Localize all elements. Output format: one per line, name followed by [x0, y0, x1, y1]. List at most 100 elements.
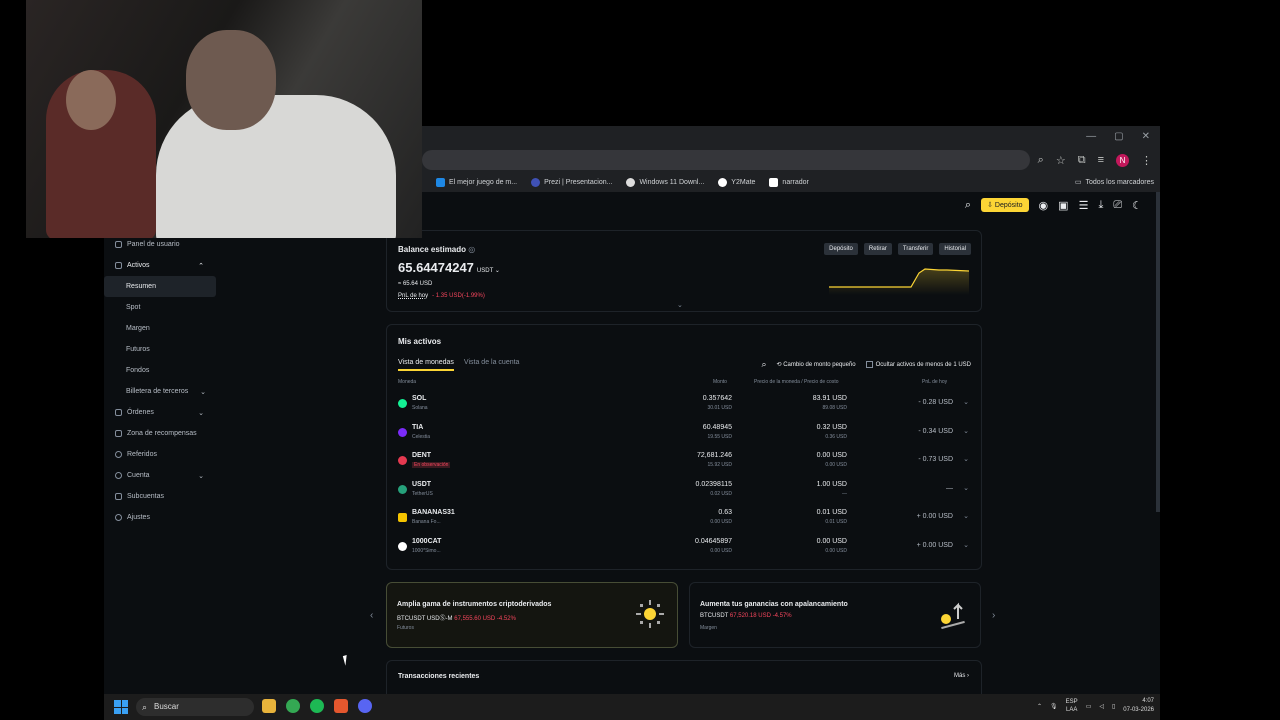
- balance-amount: 65.64474247 USDT ⌄: [398, 260, 500, 275]
- zoom-icon[interactable]: ⌕: [1038, 154, 1044, 167]
- watch-badge: En observación: [412, 462, 451, 468]
- assets-table: SOL Solana 0.357642 30.01 USD 83.91 USD …: [398, 391, 971, 562]
- hide-small-checkbox[interactable]: Ocultar activos de menos de 1 USD: [865, 360, 971, 368]
- sidebar-item-billetera[interactable]: Billetera de terceros ⌄: [104, 381, 216, 402]
- balance-usd: ≈ 65.64 USD: [398, 281, 433, 287]
- deposit-action-button[interactable]: Depósito: [824, 243, 858, 255]
- folder-icon: ▭: [1074, 179, 1082, 186]
- page-scrollbar[interactable]: [1156, 192, 1160, 512]
- promo-card-margin[interactable]: Aumenta tus ganancias con apalancamiento…: [689, 582, 981, 648]
- chevron-up-icon[interactable]: ⌃: [1037, 703, 1042, 710]
- sidebar-item-ordenes[interactable]: Órdenes ⌄: [104, 402, 216, 423]
- small-change-button[interactable]: ⟲ Cambio de monto pequeño: [777, 361, 856, 368]
- withdraw-button[interactable]: Retirar: [863, 243, 892, 255]
- transfer-button[interactable]: Transferir: [897, 243, 934, 255]
- download-icon[interactable]: ⤓: [1098, 199, 1103, 212]
- settings-icon: [115, 514, 122, 521]
- wallet-icon[interactable]: ▣: [1058, 199, 1068, 212]
- chevron-down-icon[interactable]: ⌄: [963, 455, 969, 463]
- url-field[interactable]: [422, 150, 1030, 170]
- table-row[interactable]: BANANAS31 Banana Fo... 0.63 0.00 USD 0.0…: [398, 505, 971, 534]
- menu-icon[interactable]: ⋮: [1141, 154, 1152, 167]
- maximize-icon[interactable]: ▢: [1114, 131, 1123, 142]
- carousel-next-icon[interactable]: ›: [992, 610, 995, 621]
- bookmark-item[interactable]: Prezi | Presentacion...: [531, 177, 612, 187]
- bookmark-item[interactable]: narrador: [769, 177, 809, 187]
- notifications-icon[interactable]: ⎚: [1113, 199, 1122, 212]
- sidebar-item-ajustes[interactable]: Ajustes: [104, 507, 216, 528]
- expand-chevron-icon[interactable]: ⌄: [677, 301, 683, 309]
- table-row[interactable]: SOL Solana 0.357642 30.01 USD 83.91 USD …: [398, 391, 971, 420]
- app-icon[interactable]: [334, 699, 348, 713]
- currency-selector[interactable]: USDT ⌄: [477, 268, 500, 274]
- windows-start-icon[interactable]: [114, 700, 128, 714]
- chrome-icon[interactable]: [286, 699, 300, 713]
- volume-icon[interactable]: ◁: [1099, 703, 1104, 710]
- user-icon[interactable]: ◉: [1039, 199, 1049, 212]
- sidebar-item-referidos[interactable]: Referidos: [104, 444, 216, 465]
- sidebar-item-fondos[interactable]: Fondos: [104, 360, 216, 381]
- language-indicator[interactable]: ESP LAA: [1066, 698, 1078, 714]
- network-icon[interactable]: ▭: [1086, 703, 1092, 710]
- search-icon[interactable]: ⌕: [965, 199, 971, 212]
- eye-icon[interactable]: ◎: [468, 245, 475, 254]
- futures-sun-icon: [636, 600, 664, 628]
- battery-icon[interactable]: ▯: [1112, 703, 1115, 710]
- extensions-icon[interactable]: ⧉: [1078, 154, 1086, 167]
- clock[interactable]: 4:07 07-03-2026: [1123, 697, 1154, 715]
- referral-icon: [115, 451, 122, 458]
- bookmark-star-icon[interactable]: ☆: [1056, 154, 1066, 167]
- chevron-down-icon[interactable]: ⌄: [963, 398, 969, 406]
- bookmark-item[interactable]: Windows 11 Downl...: [626, 177, 704, 187]
- assets-card: Mis activos Vista de monedas Vista de la…: [386, 324, 982, 570]
- chevron-down-icon[interactable]: ⌄: [963, 541, 969, 549]
- all-bookmarks[interactable]: ▭ Todos los marcadores: [1074, 178, 1154, 187]
- sidebar-item-spot[interactable]: Spot: [104, 297, 216, 318]
- assets-title: Mis activos: [398, 337, 442, 346]
- account-icon: [115, 472, 122, 479]
- sidebar-item-recompensas[interactable]: Zona de recompensas: [104, 423, 216, 444]
- chevron-down-icon[interactable]: ⌄: [963, 427, 969, 435]
- col-coin[interactable]: Moneda: [398, 379, 416, 385]
- promo-card-futures[interactable]: Amplia gama de instrumentos criptoderiva…: [386, 582, 678, 648]
- col-price[interactable]: Precio de la moneda / Precio de costo: [754, 379, 839, 385]
- sidebar-item-activos[interactable]: Activos ⌃: [104, 255, 216, 276]
- table-row[interactable]: DENT En observación 72,681.246 15.92 USD…: [398, 448, 971, 477]
- orders-icon[interactable]: ☰: [1079, 199, 1089, 212]
- microphone-icon[interactable]: 🎙: [1050, 703, 1058, 710]
- sidebar-item-margen[interactable]: Margen: [104, 318, 216, 339]
- table-row[interactable]: USDT TetherUS 0.02398115 0.02 USD 1.00 U…: [398, 477, 971, 506]
- bookmark-item[interactable]: El mejor juego de m...: [436, 177, 517, 187]
- sidebar-item-subcuentas[interactable]: Subcuentas: [104, 486, 216, 507]
- theme-toggle-icon[interactable]: ☾: [1132, 199, 1142, 212]
- chevron-down-icon[interactable]: ⌄: [963, 484, 969, 492]
- close-icon[interactable]: ✕: [1142, 131, 1150, 142]
- file-explorer-icon[interactable]: [262, 699, 276, 713]
- col-pnl[interactable]: PnL de hoy: [922, 379, 947, 385]
- discord-icon[interactable]: [358, 699, 372, 713]
- search-icon[interactable]: ⌕: [761, 359, 766, 370]
- deposit-button[interactable]: ⇩ Depósito: [981, 198, 1029, 212]
- sidebar: Panel de usuario Activos ⌃ Resumen Spot M…: [104, 234, 216, 528]
- sidebar-item-cuenta[interactable]: Cuenta ⌄: [104, 465, 216, 486]
- tab-account[interactable]: Vista de la cuenta: [464, 359, 520, 371]
- table-row[interactable]: TIA Celestia 60.48945 19.55 USD 0.32 USD…: [398, 420, 971, 449]
- spotify-icon[interactable]: [310, 699, 324, 713]
- taskbar-search[interactable]: ⌕ Buscar: [136, 698, 254, 716]
- screen: — ▢ ✕ ⌕ ☆ ⧉ ≡ N ⋮ El mejor juego de m...…: [0, 0, 1280, 720]
- sidebar-item-resumen[interactable]: Resumen: [104, 276, 216, 297]
- chevron-down-icon[interactable]: ⌄: [963, 512, 969, 520]
- bookmark-item[interactable]: Y2Mate: [718, 177, 755, 187]
- carousel-prev-icon[interactable]: ‹: [370, 610, 373, 621]
- table-row[interactable]: 1000CAT 1000*Simo... 0.04645897 0.00 USD…: [398, 534, 971, 563]
- minimize-icon[interactable]: —: [1086, 131, 1096, 142]
- profile-avatar[interactable]: N: [1116, 154, 1129, 167]
- history-button[interactable]: Historial: [939, 243, 971, 255]
- window-controls: — ▢ ✕: [1086, 126, 1160, 146]
- sidebar-item-futuros[interactable]: Futuros: [104, 339, 216, 360]
- tab-coins[interactable]: Vista de monedas: [398, 359, 454, 371]
- more-link[interactable]: Más ›: [954, 673, 969, 679]
- col-amount[interactable]: Monto: [713, 379, 727, 385]
- media-icon[interactable]: ≡: [1098, 154, 1104, 167]
- 1000cat-coin-icon: [398, 541, 407, 551]
